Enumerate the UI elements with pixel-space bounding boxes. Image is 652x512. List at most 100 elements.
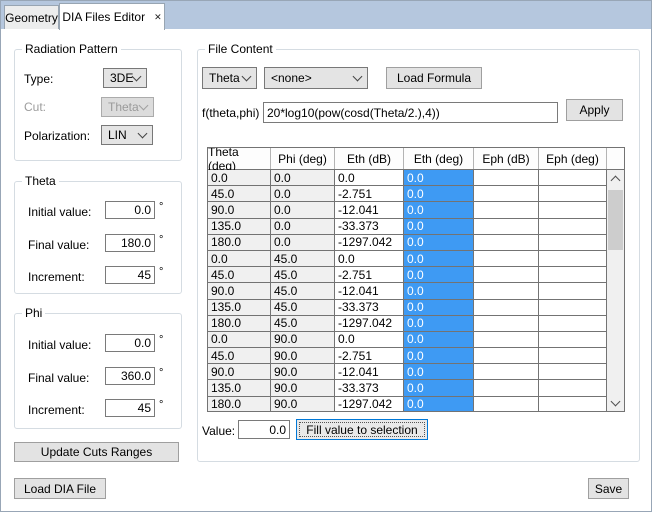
table-cell[interactable] bbox=[474, 283, 539, 299]
table-cell[interactable] bbox=[474, 316, 539, 332]
column-header[interactable]: Theta (deg) bbox=[208, 148, 271, 169]
save-button[interactable]: Save bbox=[588, 478, 629, 499]
table-cell[interactable] bbox=[539, 202, 607, 218]
table-cell[interactable]: 180.0 bbox=[208, 235, 271, 251]
formula-input[interactable] bbox=[263, 102, 558, 123]
table-cell[interactable]: 45.0 bbox=[208, 348, 271, 364]
table-row[interactable]: 90.090.0-12.0410.0 bbox=[208, 364, 624, 380]
fill-value-to-selection-button[interactable]: Fill value to selection bbox=[296, 419, 428, 440]
table-cell[interactable]: 90.0 bbox=[271, 332, 335, 348]
table-cell[interactable] bbox=[474, 332, 539, 348]
table-cell[interactable]: -12.041 bbox=[335, 283, 404, 299]
table-cell[interactable]: 45.0 bbox=[271, 251, 335, 267]
table-cell[interactable] bbox=[474, 348, 539, 364]
type-dropdown[interactable]: 3DE bbox=[103, 68, 147, 88]
table-row[interactable]: 180.045.0-1297.0420.0 bbox=[208, 316, 624, 332]
table-cell[interactable]: 45.0 bbox=[271, 267, 335, 283]
table-cell[interactable]: -2.751 bbox=[335, 267, 404, 283]
table-cell[interactable] bbox=[474, 186, 539, 202]
table-cell[interactable] bbox=[474, 219, 539, 235]
table-cell[interactable]: 0.0 bbox=[404, 251, 474, 267]
table-cell[interactable]: -2.751 bbox=[335, 348, 404, 364]
column-header[interactable]: Phi (deg) bbox=[271, 148, 335, 169]
table-cell[interactable] bbox=[539, 283, 607, 299]
table-cell[interactable] bbox=[539, 316, 607, 332]
table-cell[interactable]: 45.0 bbox=[208, 186, 271, 202]
table-cell[interactable]: 45.0 bbox=[208, 267, 271, 283]
table-cell[interactable]: 45.0 bbox=[271, 316, 335, 332]
table-cell[interactable]: 0.0 bbox=[404, 380, 474, 396]
polarization-dropdown[interactable]: LIN bbox=[101, 125, 153, 145]
table-cell[interactable] bbox=[539, 251, 607, 267]
table-cell[interactable] bbox=[539, 300, 607, 316]
table-cell[interactable]: 90.0 bbox=[271, 348, 335, 364]
table-cell[interactable]: 135.0 bbox=[208, 380, 271, 396]
table-cell[interactable] bbox=[474, 300, 539, 316]
table-cell[interactable] bbox=[474, 364, 539, 380]
table-cell[interactable]: 0.0 bbox=[404, 364, 474, 380]
table-cell[interactable]: 0.0 bbox=[404, 186, 474, 202]
table-cell[interactable]: 0.0 bbox=[404, 332, 474, 348]
table-cell[interactable] bbox=[539, 380, 607, 396]
tab-dia-files-editor[interactable]: DIA Files Editor ✕ bbox=[59, 3, 165, 30]
table-cell[interactable]: 0.0 bbox=[404, 235, 474, 251]
theta-initial-input[interactable] bbox=[105, 201, 155, 219]
table-cell[interactable] bbox=[474, 251, 539, 267]
column-header[interactable]: Eth (deg) bbox=[404, 148, 474, 169]
table-cell[interactable]: 0.0 bbox=[208, 332, 271, 348]
load-dia-file-button[interactable]: Load DIA File bbox=[14, 478, 106, 499]
table-cell[interactable]: -33.373 bbox=[335, 219, 404, 235]
phi-initial-input[interactable] bbox=[105, 334, 155, 352]
table-cell[interactable]: 90.0 bbox=[208, 364, 271, 380]
theta-final-input[interactable] bbox=[105, 234, 155, 252]
tab-geometry[interactable]: Geometry bbox=[4, 5, 59, 30]
scroll-down-button[interactable] bbox=[607, 394, 624, 411]
table-cell[interactable] bbox=[539, 235, 607, 251]
table-cell[interactable]: 0.0 bbox=[404, 219, 474, 235]
table-row[interactable]: 0.045.00.00.0 bbox=[208, 251, 624, 267]
table-scrollbar[interactable] bbox=[607, 170, 624, 411]
table-cell[interactable]: 0.0 bbox=[271, 235, 335, 251]
table-cell[interactable] bbox=[474, 380, 539, 396]
update-cuts-ranges-button[interactable]: Update Cuts Ranges bbox=[14, 442, 179, 462]
table-cell[interactable]: 180.0 bbox=[208, 316, 271, 332]
table-cell[interactable] bbox=[474, 397, 539, 412]
table-cell[interactable]: 0.0 bbox=[271, 202, 335, 218]
table-cell[interactable] bbox=[474, 202, 539, 218]
table-cell[interactable]: 0.0 bbox=[271, 219, 335, 235]
table-cell[interactable]: 180.0 bbox=[208, 397, 271, 412]
table-cell[interactable] bbox=[539, 348, 607, 364]
table-cell[interactable]: 0.0 bbox=[335, 251, 404, 267]
table-row[interactable]: 0.00.00.00.0 bbox=[208, 170, 624, 186]
table-row[interactable]: 135.00.0-33.3730.0 bbox=[208, 219, 624, 235]
theta-increment-input[interactable] bbox=[105, 266, 155, 284]
phi-final-input[interactable] bbox=[105, 367, 155, 385]
column-header[interactable]: Eph (dB) bbox=[474, 148, 539, 169]
component-dropdown[interactable]: Theta bbox=[202, 67, 257, 89]
table-cell[interactable]: 0.0 bbox=[404, 316, 474, 332]
table-cell[interactable]: -12.041 bbox=[335, 364, 404, 380]
table-cell[interactable]: 45.0 bbox=[271, 300, 335, 316]
table-cell[interactable] bbox=[539, 267, 607, 283]
table-cell[interactable]: -33.373 bbox=[335, 380, 404, 396]
table-cell[interactable]: 0.0 bbox=[208, 251, 271, 267]
table-cell[interactable] bbox=[539, 170, 607, 186]
table-cell[interactable]: 0.0 bbox=[335, 332, 404, 348]
table-row[interactable]: 135.090.0-33.3730.0 bbox=[208, 380, 624, 396]
value-input[interactable] bbox=[238, 420, 290, 439]
table-cell[interactable]: 90.0 bbox=[271, 380, 335, 396]
scrollbar-thumb[interactable] bbox=[608, 190, 623, 250]
table-row[interactable]: 45.045.0-2.7510.0 bbox=[208, 267, 624, 283]
table-cell[interactable] bbox=[474, 235, 539, 251]
table-cell[interactable]: -1297.042 bbox=[335, 235, 404, 251]
close-tab-icon[interactable]: ✕ bbox=[154, 13, 162, 22]
table-cell[interactable] bbox=[539, 219, 607, 235]
table-cell[interactable]: 45.0 bbox=[271, 283, 335, 299]
table-cell[interactable]: 90.0 bbox=[271, 397, 335, 412]
table-row[interactable]: 180.090.0-1297.0420.0 bbox=[208, 397, 624, 412]
table-row[interactable]: 45.00.0-2.7510.0 bbox=[208, 186, 624, 202]
table-cell[interactable]: 90.0 bbox=[208, 283, 271, 299]
table-cell[interactable]: 0.0 bbox=[404, 300, 474, 316]
table-cell[interactable]: 0.0 bbox=[208, 170, 271, 186]
table-cell[interactable] bbox=[474, 170, 539, 186]
